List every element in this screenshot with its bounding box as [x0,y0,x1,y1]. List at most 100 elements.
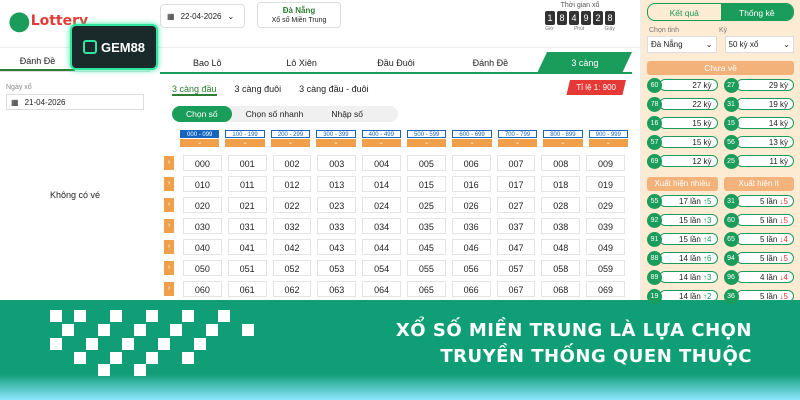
number-cell[interactable]: 013 [317,176,357,192]
range-button[interactable]: 300 - 399 [316,130,356,138]
number-cell[interactable]: 019 [586,176,625,192]
number-cell[interactable]: 000 [183,155,222,171]
range-button[interactable]: 500 - 599 [407,130,447,138]
row-expand-icon[interactable]: › [164,219,174,233]
tab-game[interactable]: Đầu Đuôi [349,52,443,72]
province-selector[interactable]: Đà Nẵng Xổ số Miền Trung [257,2,341,28]
subtab[interactable]: 3 càng đuôi [235,84,282,96]
number-cell[interactable]: 056 [451,260,491,276]
number-cell[interactable]: 023 [317,197,357,213]
number-cell[interactable]: 026 [451,197,491,213]
tab-game[interactable]: Đánh Đề [443,52,537,72]
subtab[interactable]: 3 càng đầu [172,84,217,96]
stats-period-select[interactable]: 50 kỳ xổ ⌄ [724,36,794,53]
tab-thong-ke[interactable]: Thống kê [720,4,793,20]
draw-date-picker[interactable]: ▦ 22-04-2026 ⌄ [160,4,245,28]
number-cell[interactable]: 004 [362,155,401,171]
number-cell[interactable]: 021 [227,197,267,213]
range-button[interactable]: 900 - 999 [588,130,628,138]
number-cell[interactable]: 041 [227,239,267,255]
number-cell[interactable]: 053 [317,260,357,276]
stats-province-select[interactable]: Đà Nẵng ⌄ [647,36,717,53]
tab-game[interactable]: Bao Lô [160,52,254,72]
number-cell[interactable]: 044 [362,239,401,255]
number-cell[interactable]: 045 [406,239,446,255]
range-button[interactable]: 600 - 699 [452,130,492,138]
number-cell[interactable]: 046 [451,239,491,255]
number-cell[interactable]: 015 [406,176,446,192]
number-cell[interactable]: 027 [496,197,536,213]
range-expand-icon[interactable]: ⌄ [361,139,401,147]
number-cell[interactable]: 060 [183,281,222,297]
number-cell[interactable]: 016 [451,176,491,192]
number-cell[interactable]: 064 [362,281,401,297]
number-cell[interactable]: 069 [586,281,625,297]
subtab[interactable]: 3 càng đầu - đuôi [299,84,369,96]
number-cell[interactable]: 030 [183,218,222,234]
number-cell[interactable]: 014 [362,176,401,192]
number-cell[interactable]: 051 [227,260,267,276]
mode-button[interactable]: Nhập số [317,106,377,122]
ticket-date-picker[interactable]: ▦ 21-04-2026 [6,94,144,110]
number-cell[interactable]: 008 [541,155,581,171]
number-cell[interactable]: 043 [317,239,357,255]
number-cell[interactable]: 039 [586,218,625,234]
range-button[interactable]: 100 - 199 [225,130,265,138]
number-cell[interactable]: 022 [272,197,312,213]
range-expand-icon[interactable]: ⌄ [316,139,356,147]
number-cell[interactable]: 007 [496,155,536,171]
row-expand-icon[interactable]: › [164,261,174,275]
number-cell[interactable]: 050 [183,260,222,276]
number-cell[interactable]: 063 [317,281,357,297]
row-expand-icon[interactable]: › [164,156,174,170]
range-expand-icon[interactable]: ⌄ [497,139,538,147]
number-cell[interactable]: 034 [362,218,401,234]
range-button[interactable]: 000 - 099 [180,130,220,138]
row-expand-icon[interactable]: › [164,177,174,191]
number-cell[interactable]: 065 [406,281,446,297]
number-cell[interactable]: 037 [496,218,536,234]
range-button[interactable]: 400 - 499 [361,130,401,138]
range-expand-icon[interactable]: ⌄ [180,139,220,147]
row-expand-icon[interactable]: › [164,282,174,296]
number-cell[interactable]: 001 [227,155,267,171]
number-cell[interactable]: 009 [586,155,625,171]
row-expand-icon[interactable]: › [164,198,174,212]
number-cell[interactable]: 061 [227,281,267,297]
range-expand-icon[interactable]: ⌄ [588,139,628,147]
number-cell[interactable]: 005 [406,155,446,171]
range-expand-icon[interactable]: ⌄ [407,139,447,147]
number-cell[interactable]: 035 [406,218,446,234]
number-cell[interactable]: 006 [451,155,491,171]
number-cell[interactable]: 017 [496,176,536,192]
number-cell[interactable]: 038 [541,218,581,234]
number-cell[interactable]: 067 [496,281,536,297]
number-cell[interactable]: 011 [227,176,267,192]
tab-ket-qua[interactable]: Kết quả [648,4,721,20]
row-expand-icon[interactable]: › [164,240,174,254]
number-cell[interactable]: 055 [406,260,446,276]
range-button[interactable]: 800 - 899 [543,130,583,138]
number-cell[interactable]: 054 [362,260,401,276]
number-cell[interactable]: 018 [541,176,581,192]
tab-danh-de[interactable]: Đánh Đề [0,50,75,71]
number-cell[interactable]: 057 [496,260,536,276]
number-cell[interactable]: 047 [496,239,536,255]
number-cell[interactable]: 025 [406,197,446,213]
tab-game[interactable]: 3 càng [537,52,633,72]
number-cell[interactable]: 029 [586,197,625,213]
mode-button[interactable]: Chọn số nhanh [232,106,318,122]
number-cell[interactable]: 010 [183,176,222,192]
number-cell[interactable]: 031 [227,218,267,234]
number-cell[interactable]: 032 [272,218,312,234]
number-cell[interactable]: 002 [272,155,312,171]
range-button[interactable]: 700 - 799 [497,130,538,138]
number-cell[interactable]: 058 [541,260,581,276]
number-cell[interactable]: 059 [586,260,625,276]
number-cell[interactable]: 012 [272,176,312,192]
range-expand-icon[interactable]: ⌄ [270,139,311,147]
number-cell[interactable]: 068 [541,281,581,297]
range-expand-icon[interactable]: ⌄ [452,139,492,147]
number-cell[interactable]: 033 [317,218,357,234]
number-cell[interactable]: 048 [541,239,581,255]
